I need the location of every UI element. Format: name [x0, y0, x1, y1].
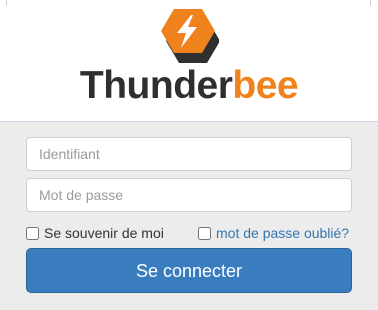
login-form: Se souvenir de moi mot de passe oublié? … — [0, 122, 378, 310]
forgot-password-link[interactable]: mot de passe oublié? — [216, 225, 349, 241]
frame-edge-right — [370, 0, 371, 6]
lightning-hexagon-icon — [161, 9, 219, 63]
logo-header: Thunderbee — [0, 0, 378, 122]
brand-wordmark: Thunderbee — [0, 64, 378, 108]
forgot-password-option[interactable]: mot de passe oublié? — [198, 224, 349, 242]
login-button[interactable]: Se connecter — [26, 248, 352, 293]
remember-me-checkbox[interactable] — [26, 226, 39, 240]
remember-me-label: Se souvenir de moi — [44, 225, 164, 241]
username-input[interactable] — [26, 137, 352, 171]
brand-name-dark: Thunder — [79, 64, 233, 107]
remember-me-option[interactable]: Se souvenir de moi — [26, 224, 164, 242]
frame-edge-left — [6, 0, 7, 6]
forgot-password-checkbox[interactable] — [198, 226, 211, 240]
password-input[interactable] — [26, 178, 352, 212]
brand-name-accent: bee — [232, 64, 299, 107]
